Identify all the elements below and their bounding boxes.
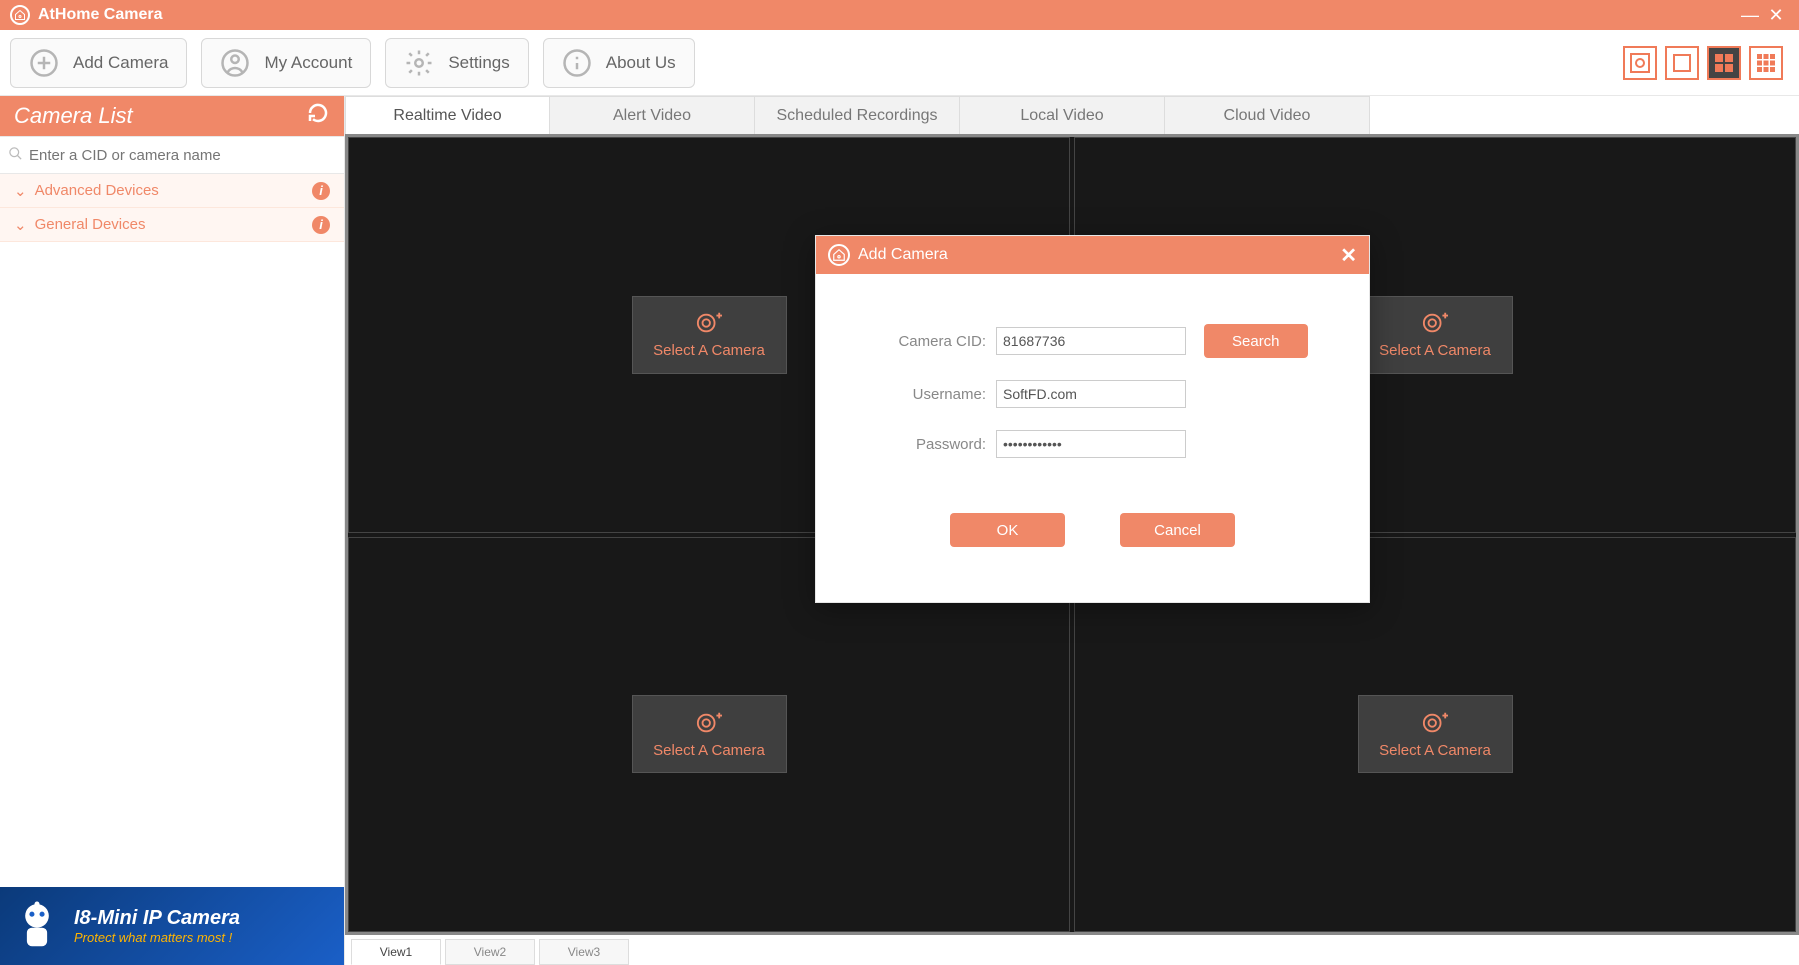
info-icon[interactable]: i <box>312 182 330 200</box>
group-label: Advanced Devices <box>35 182 159 199</box>
view-tab-2[interactable]: View2 <box>445 939 535 965</box>
info-icon[interactable]: i <box>312 216 330 234</box>
app-logo-icon <box>10 5 30 25</box>
titlebar: AtHome Camera — ✕ <box>0 0 1799 30</box>
layout-quad-button[interactable] <box>1707 46 1741 80</box>
dialog-logo-icon <box>828 244 850 266</box>
view-tab-1[interactable]: View1 <box>351 939 441 965</box>
select-camera-button[interactable]: Select A Camera <box>1358 296 1513 374</box>
banner-subtitle: Protect what matters most ! <box>74 930 240 945</box>
camera-plus-icon <box>694 710 724 736</box>
layout-fullscreen-button[interactable] <box>1665 46 1699 80</box>
main-tabs: Realtime Video Alert Video Scheduled Rec… <box>345 96 1799 134</box>
camera-search <box>0 136 344 174</box>
user-circle-icon <box>220 48 250 78</box>
group-label: General Devices <box>35 216 146 233</box>
about-us-button[interactable]: About Us <box>543 38 695 88</box>
dialog-body: Camera CID: Search Username: Password: O… <box>816 274 1369 602</box>
toolbar: Add Camera My Account Settings About Us <box>0 30 1799 96</box>
tab-local-video[interactable]: Local Video <box>960 96 1165 134</box>
username-label: Username: <box>846 386 996 403</box>
tab-alert-video[interactable]: Alert Video <box>550 96 755 134</box>
cid-input[interactable] <box>996 327 1186 355</box>
search-button[interactable]: Search <box>1204 324 1308 358</box>
select-camera-button[interactable]: Select A Camera <box>1358 695 1513 773</box>
settings-label: Settings <box>448 53 509 73</box>
app-title: AtHome Camera <box>38 6 1737 24</box>
dialog-titlebar: Add Camera ✕ <box>816 236 1369 274</box>
cid-label: Camera CID: <box>846 333 996 350</box>
ok-button[interactable]: OK <box>950 513 1065 547</box>
minimize-button[interactable]: — <box>1737 5 1763 26</box>
dialog-close-icon[interactable]: ✕ <box>1340 243 1357 268</box>
promo-banner[interactable]: I8-Mini IP Camera Protect what matters m… <box>0 887 344 965</box>
view-tab-3[interactable]: View3 <box>539 939 629 965</box>
tab-realtime-video[interactable]: Realtime Video <box>345 96 550 134</box>
gear-icon <box>404 48 434 78</box>
refresh-icon[interactable] <box>306 101 330 131</box>
add-camera-button[interactable]: Add Camera <box>10 38 187 88</box>
close-button[interactable]: ✕ <box>1763 5 1789 26</box>
search-input[interactable] <box>29 147 336 164</box>
camera-plus-icon <box>694 310 724 336</box>
camera-plus-icon <box>1420 310 1450 336</box>
select-camera-button[interactable]: Select A Camera <box>632 695 787 773</box>
camera-plus-icon <box>1420 710 1450 736</box>
robot-icon <box>10 899 64 953</box>
add-camera-dialog: Add Camera ✕ Camera CID: Search Username… <box>815 235 1370 603</box>
my-account-button[interactable]: My Account <box>201 38 371 88</box>
tab-scheduled-recordings[interactable]: Scheduled Recordings <box>755 96 960 134</box>
view-tabs: View1 View2 View3 <box>345 935 1799 965</box>
username-input[interactable] <box>996 380 1186 408</box>
about-us-label: About Us <box>606 53 676 73</box>
general-devices-group[interactable]: ⌄ General Devices i <box>0 208 344 242</box>
add-camera-label: Add Camera <box>73 53 168 73</box>
settings-button[interactable]: Settings <box>385 38 528 88</box>
layout-switcher <box>1623 46 1783 80</box>
camera-list-title: Camera List <box>14 103 133 129</box>
sidebar: Camera List ⌄ Advanced Devices i ⌄ Gener… <box>0 96 345 965</box>
layout-nine-button[interactable] <box>1749 46 1783 80</box>
search-icon <box>8 146 23 165</box>
layout-single-button[interactable] <box>1623 46 1657 80</box>
tab-cloud-video[interactable]: Cloud Video <box>1165 96 1370 134</box>
password-label: Password: <box>846 436 996 453</box>
select-camera-button[interactable]: Select A Camera <box>632 296 787 374</box>
camera-list-header: Camera List <box>0 96 344 136</box>
chevron-down-icon: ⌄ <box>14 216 27 234</box>
my-account-label: My Account <box>264 53 352 73</box>
chevron-down-icon: ⌄ <box>14 182 27 200</box>
banner-title: I8-Mini IP Camera <box>74 907 240 930</box>
dialog-title: Add Camera <box>858 246 948 264</box>
cancel-button[interactable]: Cancel <box>1120 513 1235 547</box>
info-circle-icon <box>562 48 592 78</box>
advanced-devices-group[interactable]: ⌄ Advanced Devices i <box>0 174 344 208</box>
plus-circle-icon <box>29 48 59 78</box>
password-input[interactable] <box>996 430 1186 458</box>
